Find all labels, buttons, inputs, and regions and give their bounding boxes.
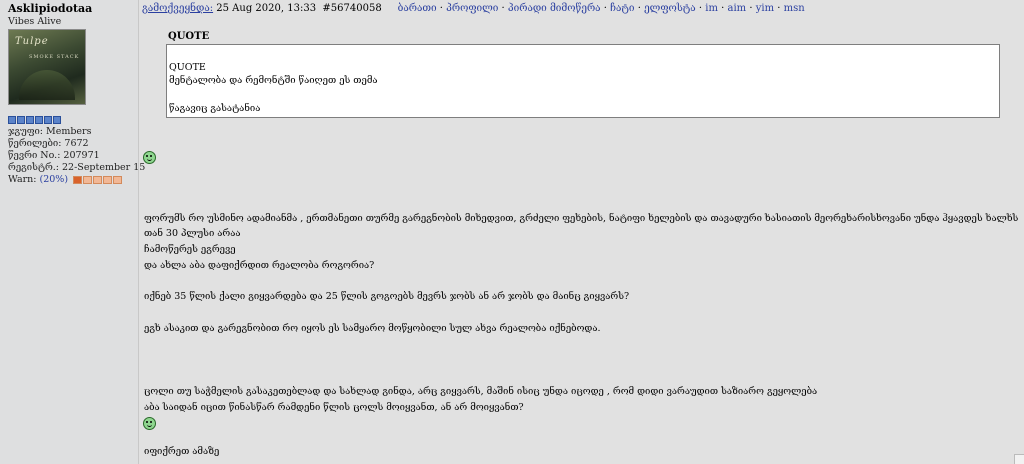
avatar-caption: SMOKE STACK xyxy=(29,54,80,60)
post-line: ეგხ ასაკით და გარეგნობით რო იყოს ეს სამყ… xyxy=(144,323,601,334)
link-msn[interactable]: msn xyxy=(784,3,805,14)
user-group: ჯგუფი: Members xyxy=(8,126,92,137)
warn-bar xyxy=(73,175,123,184)
link-separator: · xyxy=(603,3,607,14)
user-title: Vibes Alive xyxy=(8,16,62,27)
warn-pip xyxy=(93,175,103,184)
link-yim[interactable]: yim xyxy=(756,3,774,14)
link-separator: · xyxy=(637,3,641,14)
user-sidebar: Asklipiodotaa Vibes Alive Tulpe SMOKE ST… xyxy=(0,0,145,464)
warn-pip xyxy=(103,175,113,184)
post-line: აბა საიდან იცით წინასწარ რამდენი წლის ცო… xyxy=(144,402,524,413)
link-separator: · xyxy=(777,3,781,14)
link-separator: · xyxy=(439,3,443,14)
user-posts: წერილები: 7672 xyxy=(8,138,89,149)
rank-pips xyxy=(8,116,61,124)
user-registered: რეგისტრ.: 22-September 15 xyxy=(8,162,146,173)
rank-pip xyxy=(17,116,25,124)
link-chat[interactable]: ჩატი xyxy=(610,3,634,14)
quote-text: წაგავიც გასატანია xyxy=(169,103,261,114)
quote-box: QUOTE მენტალობა და რემონტში წაიღეთ ეს თე… xyxy=(166,44,1000,118)
post-id[interactable]: #56740058 xyxy=(322,3,381,14)
nested-quote-title: QUOTE xyxy=(169,62,206,73)
warn-pip xyxy=(83,175,93,184)
rank-pip xyxy=(26,116,34,124)
post-line: იქნებ 35 წლის ქალი გიყვარდება და 25 წლის… xyxy=(144,291,630,302)
post-line: ცოლი თუ საჭმელის გასაკეთებლად და სახლად … xyxy=(144,386,818,397)
rank-pip xyxy=(44,116,52,124)
avatar-figure xyxy=(19,70,75,100)
link-separator: · xyxy=(501,3,505,14)
link-separator: · xyxy=(749,3,753,14)
link-email[interactable]: ელფოსტა xyxy=(644,3,696,14)
quote-block: QUOTE QUOTE მენტალობა და რემონტში წაიღეთ… xyxy=(166,28,1000,118)
rank-pip xyxy=(35,116,43,124)
link-separator: · xyxy=(698,3,703,14)
link-aim[interactable]: aim xyxy=(728,3,747,14)
warn-percent[interactable]: (20%) xyxy=(40,174,69,185)
warn-label: Warn: xyxy=(8,174,37,185)
post-line: იფიქრეთ ამაზე xyxy=(144,446,220,457)
avatar-logo-text: Tulpe xyxy=(15,36,49,47)
user-warn: Warn: (20%) xyxy=(8,174,123,185)
smiley-icon xyxy=(143,417,156,430)
rank-pip xyxy=(53,116,61,124)
warn-pip xyxy=(73,175,83,184)
username[interactable]: Asklipiodotaa xyxy=(8,2,92,15)
link-profile[interactable]: პროფილი xyxy=(446,3,498,14)
link-im[interactable]: im xyxy=(705,3,718,14)
nested-quote-text: მენტალობა და რემონტში წაიღეთ ეს თემა xyxy=(169,75,378,86)
quote-title: QUOTE xyxy=(168,31,210,42)
posted-label[interactable]: გამოქვეყნდა: xyxy=(142,3,213,14)
link-card[interactable]: ბარათი xyxy=(398,3,437,14)
post-line: ჩამოწერეს ეგრევე xyxy=(144,244,236,255)
rank-pip xyxy=(8,116,16,124)
link-separator: · xyxy=(721,3,725,14)
post-line: თან 30 პლუსი არაა xyxy=(144,228,241,239)
scrollbar-corner[interactable] xyxy=(1014,454,1024,464)
warn-pip xyxy=(113,175,123,184)
user-member-no: წევრი No.: 207971 xyxy=(8,150,100,161)
post-date: 25 Aug 2020, 13:33 xyxy=(216,3,317,14)
link-private-message[interactable]: პირადი მიმოწერა xyxy=(508,3,601,14)
post-header: გამოქვეყნდა: 25 Aug 2020, 13:33 #5674005… xyxy=(142,3,1024,15)
post-line: ფორუმს რო უსმინო ადამიანმა , ერთმანეთი თ… xyxy=(144,213,1019,224)
smiley-icon xyxy=(143,151,156,164)
avatar[interactable]: Tulpe SMOKE STACK xyxy=(8,29,86,105)
post-line: და ახლა აბა დაფიქრდით რეალობა როგორია? xyxy=(144,260,375,271)
